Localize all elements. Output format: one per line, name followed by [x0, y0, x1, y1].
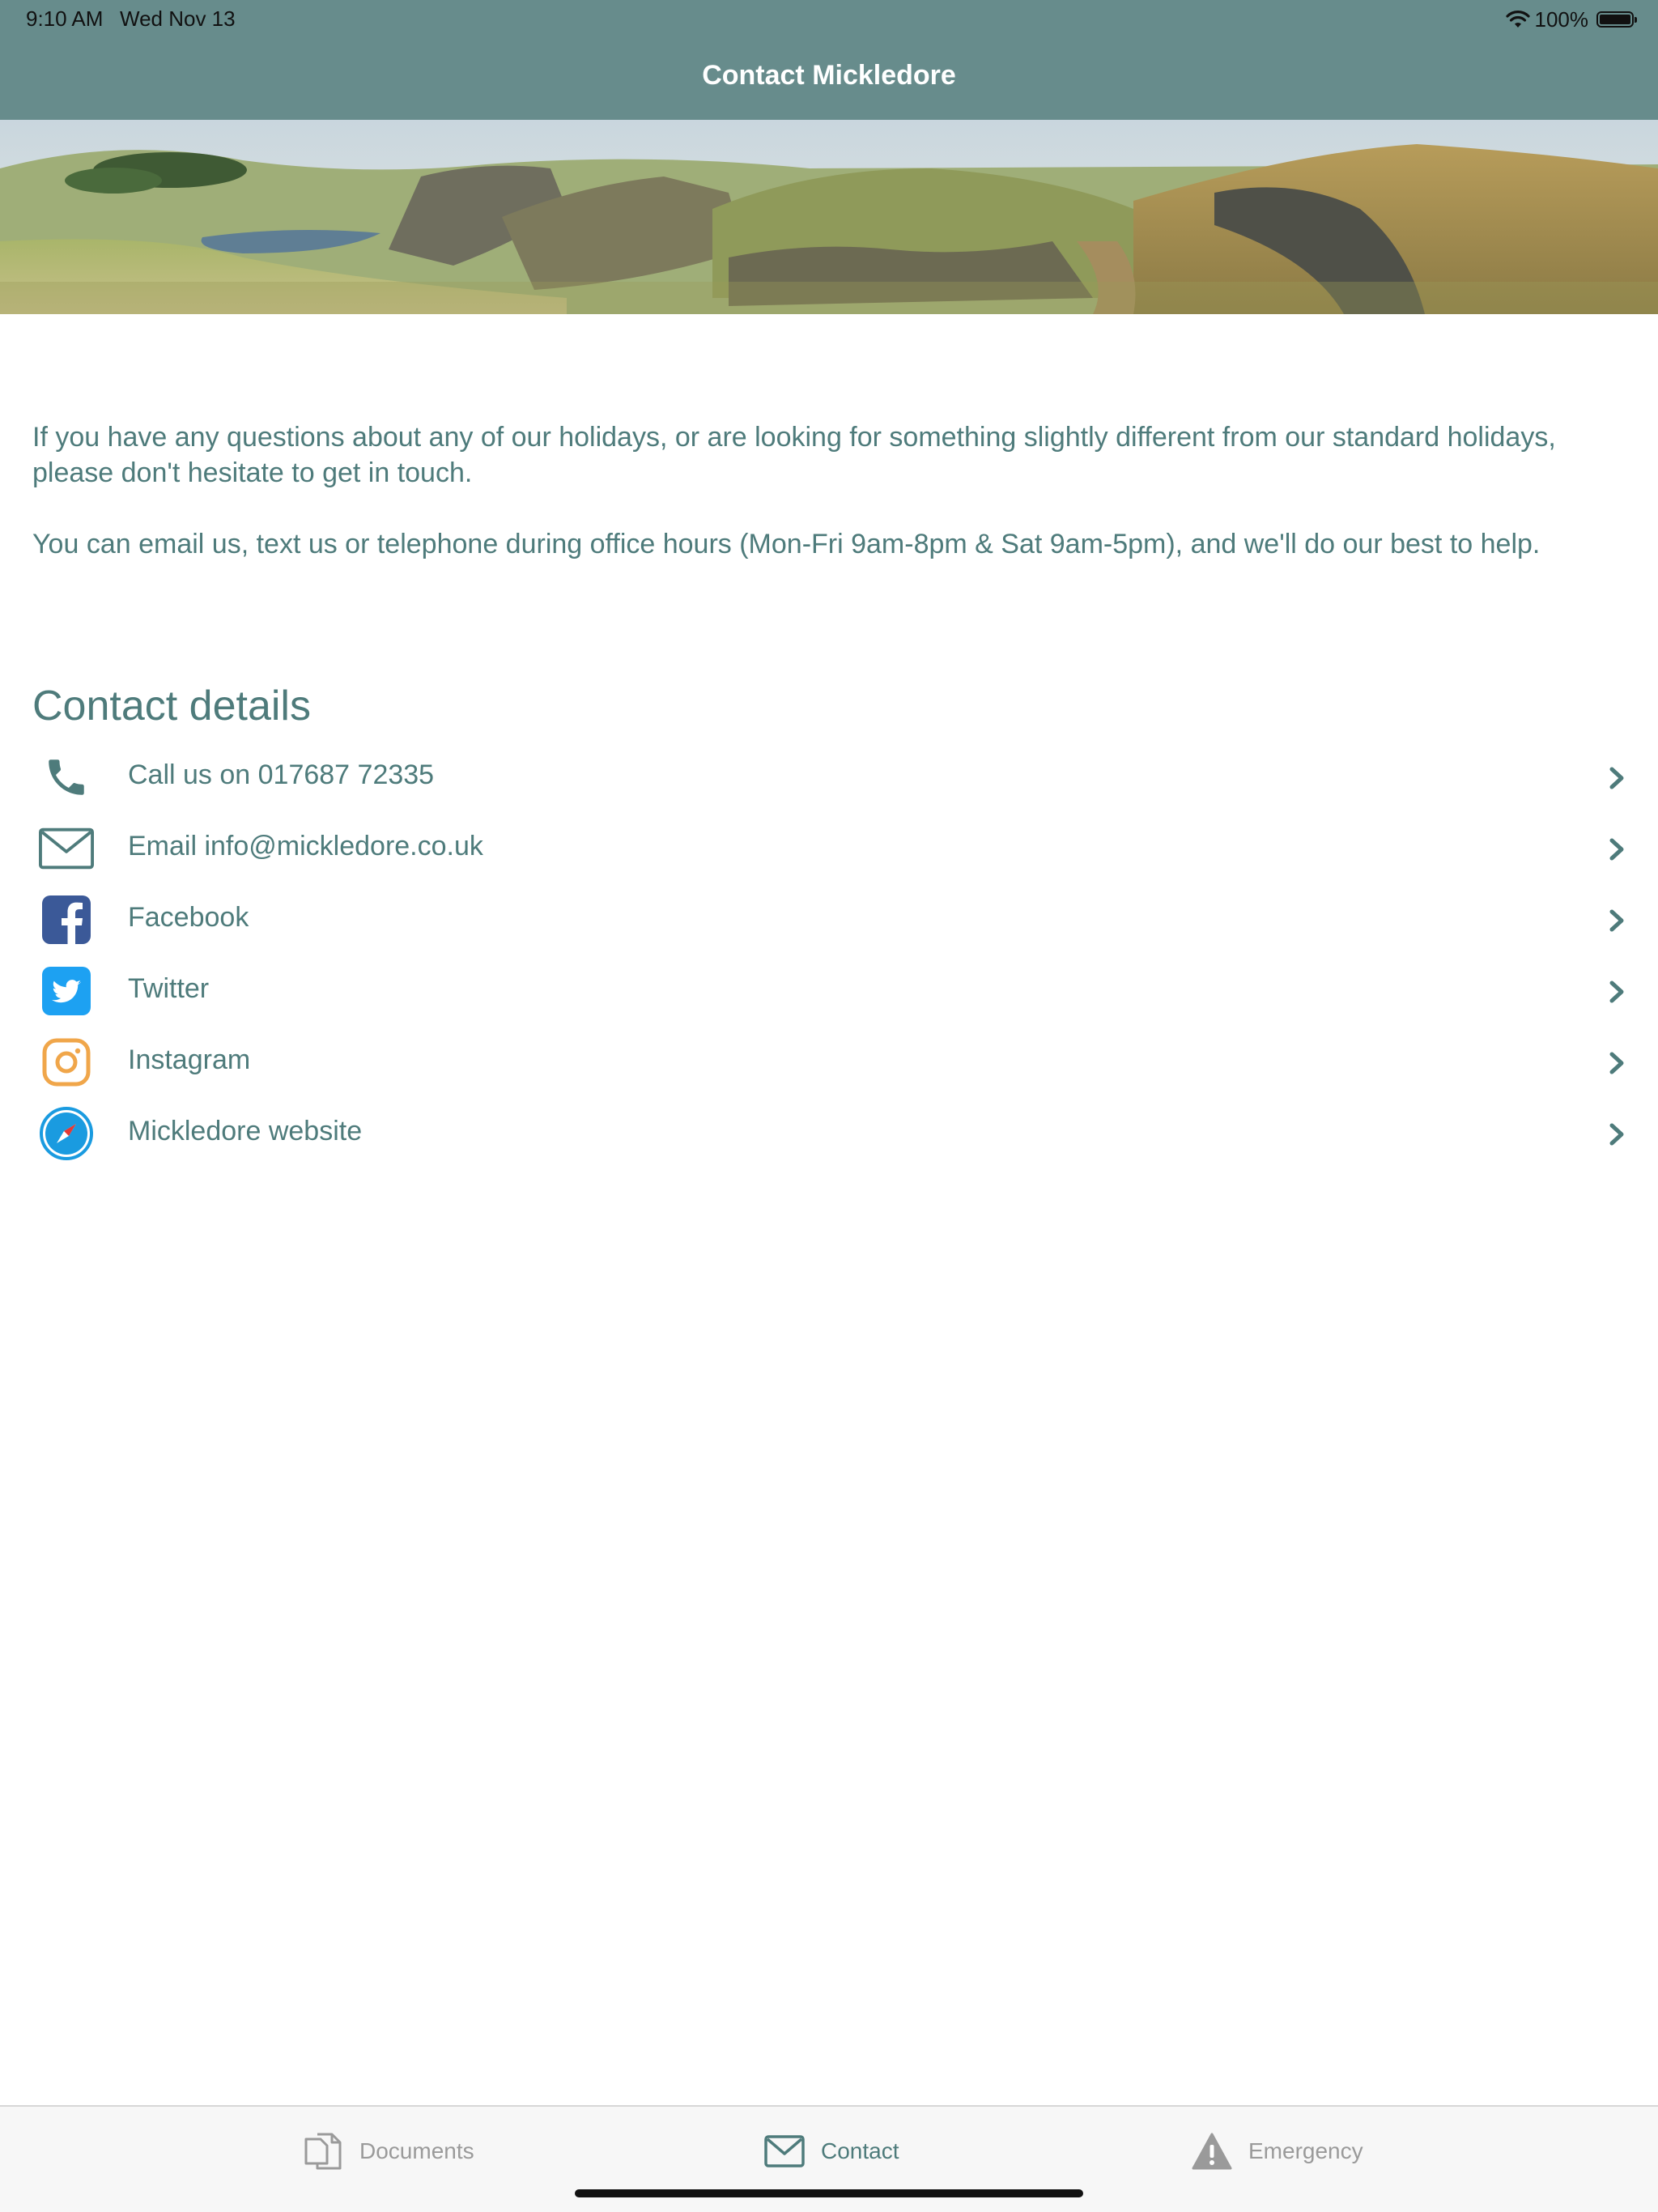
- contact-label-phone: Call us on 017687 72335: [128, 759, 435, 790]
- documents-icon: [304, 2133, 342, 2170]
- tab-label-emergency: Emergency: [1248, 2138, 1363, 2163]
- chevron-right-icon: [1609, 767, 1624, 789]
- contact-row-email[interactable]: Email info@mickledore.co.uk: [0, 813, 1658, 884]
- chevron-right-icon: [1609, 838, 1624, 861]
- contact-label-instagram: Instagram: [128, 1044, 251, 1075]
- status-time: 9:10 AM: [26, 6, 104, 31]
- navigation-header: 9:10 AM Wed Nov 13 100% Contact Mickledo…: [0, 0, 1658, 120]
- chevron-right-icon: [1609, 981, 1624, 1003]
- contact-row-facebook[interactable]: Facebook: [0, 884, 1658, 955]
- intro-text: If you have any questions about any of o…: [32, 419, 1619, 598]
- envelope-icon: [764, 2135, 805, 2167]
- chevron-right-icon: [1609, 1052, 1624, 1074]
- instagram-icon: [39, 1036, 94, 1088]
- status-indicators: 100%: [1505, 5, 1637, 34]
- tab-emergency[interactable]: Emergency: [1192, 2129, 1363, 2173]
- contact-label-website: Mickledore website: [128, 1116, 363, 1146]
- facebook-icon: [39, 894, 94, 946]
- wifi-icon: [1505, 11, 1530, 28]
- battery-percent: 100%: [1534, 6, 1589, 32]
- tab-label-documents: Documents: [359, 2138, 474, 2163]
- battery-icon: [1596, 11, 1637, 28]
- contact-details-heading: Contact details: [32, 683, 311, 730]
- chevron-right-icon: [1609, 909, 1624, 932]
- status-date: Wed Nov 13: [120, 6, 236, 31]
- page-title: Contact Mickledore: [702, 60, 956, 91]
- twitter-icon: [39, 965, 94, 1017]
- contact-row-website[interactable]: Mickledore website: [0, 1098, 1658, 1169]
- contact-label-email: Email info@mickledore.co.uk: [128, 831, 483, 861]
- tab-contact[interactable]: Contact: [764, 2129, 899, 2173]
- home-indicator[interactable]: [575, 2189, 1083, 2197]
- chevron-right-icon: [1609, 1123, 1624, 1146]
- warning-icon: [1192, 2133, 1232, 2170]
- intro-paragraph-1: If you have any questions about any of o…: [32, 422, 1556, 488]
- compass-icon: [39, 1107, 94, 1160]
- tab-documents[interactable]: Documents: [303, 2129, 474, 2173]
- tab-label-contact: Contact: [821, 2138, 899, 2163]
- contact-row-instagram[interactable]: Instagram: [0, 1027, 1658, 1098]
- envelope-icon: [39, 823, 94, 874]
- phone-icon: [39, 751, 94, 803]
- intro-paragraph-2: You can email us, text us or telephone d…: [32, 529, 1541, 559]
- contact-list: Call us on 017687 72335 Email info@mickl…: [0, 742, 1658, 1169]
- contact-label-twitter: Twitter: [128, 973, 210, 1004]
- contact-row-twitter[interactable]: Twitter: [0, 955, 1658, 1027]
- contact-label-facebook: Facebook: [128, 902, 249, 933]
- landscape-banner-image: [0, 120, 1658, 314]
- contact-row-phone[interactable]: Call us on 017687 72335: [0, 742, 1658, 813]
